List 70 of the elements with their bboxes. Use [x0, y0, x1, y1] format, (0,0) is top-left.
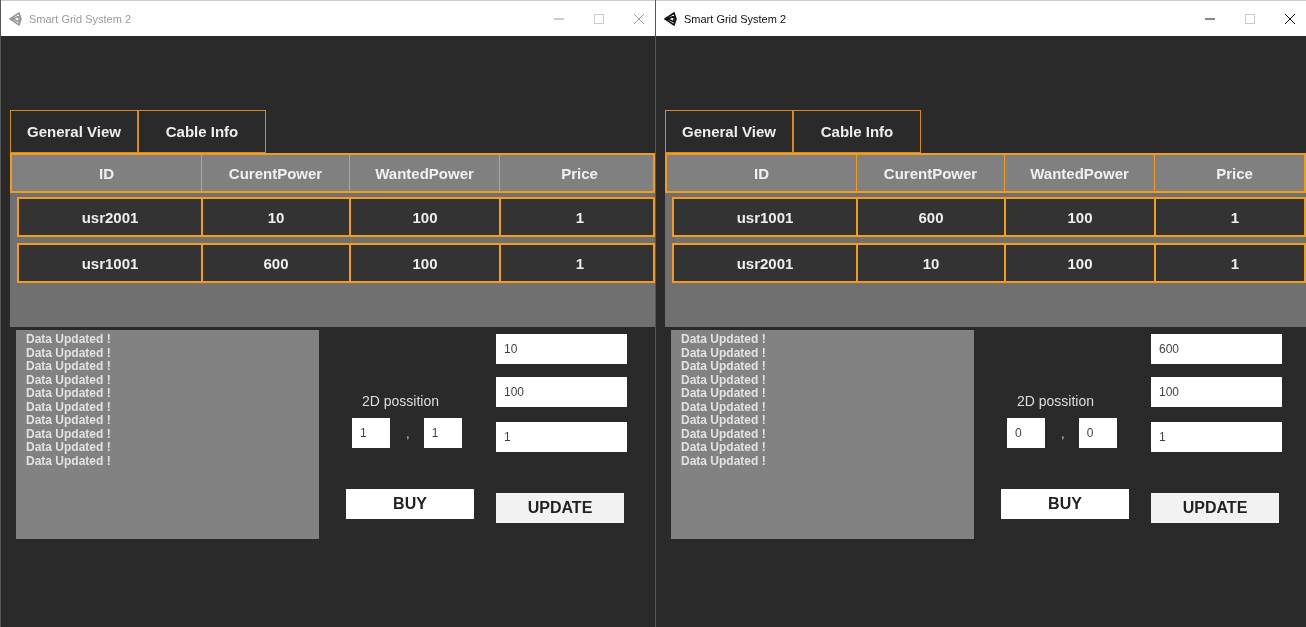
table-cell[interactable]: usr2001	[674, 245, 858, 281]
close-icon[interactable]	[1284, 12, 1296, 25]
table-cell[interactable]: 100	[351, 199, 501, 235]
log-line: Data Updated !	[681, 414, 767, 428]
input-field[interactable]: 10	[496, 334, 627, 364]
log-line: Data Updated !	[26, 387, 112, 401]
position-label: 2D possition	[362, 393, 440, 409]
tab[interactable]: General View	[10, 110, 138, 153]
logo-icon	[664, 11, 678, 26]
buy-button[interactable]: BUY	[1001, 489, 1129, 519]
position-label: 2D possition	[1017, 393, 1095, 409]
log-line: Data Updated !	[681, 441, 767, 455]
update-button[interactable]: UPDATE	[496, 493, 624, 523]
log-line: Data Updated !	[26, 454, 112, 468]
table-cell[interactable]: usr1001	[674, 199, 858, 235]
window-title: Smart Grid System 2	[684, 12, 787, 25]
column-header: ID	[12, 155, 202, 191]
table-cell[interactable]: 1	[1156, 245, 1306, 281]
table-cell[interactable]: 100	[1006, 245, 1156, 281]
log-line: Data Updated !	[681, 427, 767, 441]
table-cell[interactable]: usr2001	[19, 199, 203, 235]
column-header: CurentPower	[202, 155, 350, 191]
input-field[interactable]: 100	[496, 377, 627, 407]
x-input-field[interactable]: 1	[352, 418, 390, 448]
y-input-field[interactable]: 1	[423, 418, 462, 448]
table-cell[interactable]: 100	[351, 245, 501, 281]
log-line: Data Updated !	[26, 373, 112, 387]
buy-button[interactable]: BUY	[346, 489, 474, 519]
log-line: Data Updated !	[681, 400, 767, 414]
table-cell[interactable]: 10	[858, 245, 1006, 281]
column-header: WantedPower	[1005, 155, 1155, 191]
log-line: Data Updated !	[681, 373, 767, 387]
column-header: WantedPower	[350, 155, 500, 191]
log-line: Data Updated !	[681, 346, 767, 360]
input-field[interactable]: 1	[1151, 422, 1282, 452]
log-line: Data Updated !	[26, 427, 112, 441]
x-input-field[interactable]: 0	[1007, 418, 1045, 448]
maximize-icon[interactable]	[593, 12, 605, 25]
update-button[interactable]: UPDATE	[1151, 493, 1279, 523]
tab[interactable]: Cable Info	[138, 110, 266, 153]
table-cell[interactable]: 1	[1156, 199, 1306, 235]
log-line: Data Updated !	[26, 346, 112, 360]
input-field[interactable]: 100	[1151, 377, 1282, 407]
table-cell[interactable]: usr1001	[19, 245, 203, 281]
tab[interactable]: General View	[665, 110, 793, 153]
log-line: Data Updated !	[26, 360, 112, 374]
log-line: Data Updated !	[681, 387, 767, 401]
log-line: Data Updated !	[26, 441, 112, 455]
maximize-icon[interactable]	[1244, 12, 1256, 25]
column-header: Price	[1155, 155, 1306, 191]
separator: ,	[1061, 425, 1065, 441]
input-field[interactable]: 600	[1151, 334, 1282, 364]
log-line: Data Updated !	[26, 333, 112, 347]
log-line: Data Updated !	[681, 333, 767, 347]
column-header: CurentPower	[857, 155, 1005, 191]
logo-icon	[9, 11, 23, 26]
tab[interactable]: Cable Info	[793, 110, 921, 153]
window-title: Smart Grid System 2	[29, 12, 132, 25]
table-cell[interactable]: 10	[203, 199, 351, 235]
log-line: Data Updated !	[681, 360, 767, 374]
separator: ,	[406, 425, 410, 441]
input-field[interactable]: 1	[496, 422, 627, 452]
y-input-field[interactable]: 0	[1078, 418, 1117, 448]
log-line: Data Updated !	[26, 414, 112, 428]
table-cell[interactable]: 600	[203, 245, 351, 281]
table-cell[interactable]: 100	[1006, 199, 1156, 235]
column-header: ID	[667, 155, 857, 191]
log-line: Data Updated !	[681, 454, 767, 468]
log-line: Data Updated !	[26, 400, 112, 414]
table-cell[interactable]: 600	[858, 199, 1006, 235]
